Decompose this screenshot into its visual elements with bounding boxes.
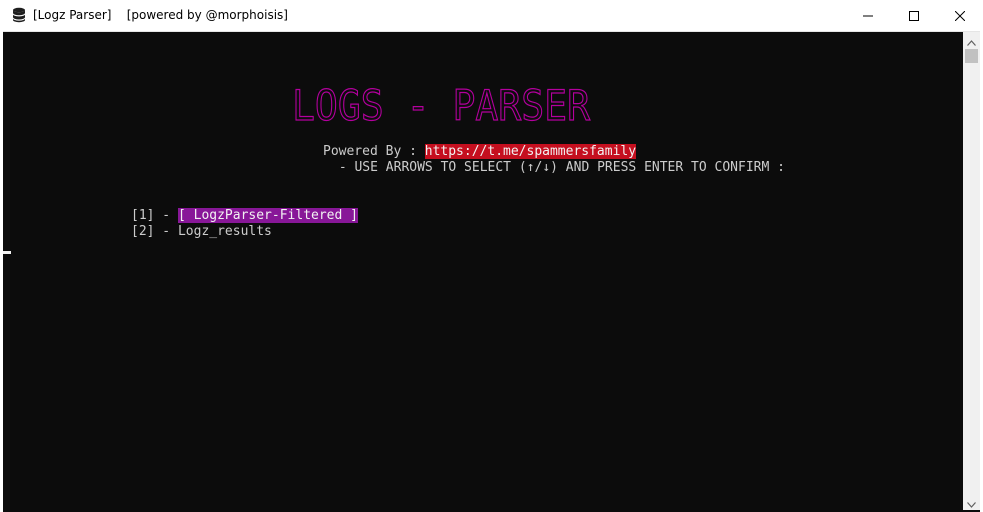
vertical-scrollbar[interactable] [963,32,980,510]
database-icon[interactable] [11,7,27,23]
minimize-button[interactable] [845,0,891,31]
close-button[interactable] [937,0,983,31]
maximize-icon [909,6,919,25]
menu-item-1[interactable]: [1] - [ LogzParser-Filtered ] [131,208,358,224]
scroll-up-button[interactable] [963,32,980,48]
console-window: [Logz Parser] [powered by @morphoisis] L… [0,0,983,512]
terminal-output[interactable]: LOGS - PARSER Powered By : https://t.me/… [3,32,963,510]
maximize-button[interactable] [891,0,937,31]
menu-item-prefix: [1] - [131,208,178,223]
close-icon [954,6,966,25]
text-cursor [3,251,11,254]
menu-item-2[interactable]: [2] - Logz_results [131,224,272,240]
menu-item-label[interactable]: Logz_results [178,224,272,239]
menu-item-label-selected[interactable]: [ LogzParser-Filtered ] [177,208,358,223]
menu-item-prefix: [2] - [131,224,178,239]
scroll-down-arrow-icon [967,493,976,512]
banner-text: LOGS - PARSER [292,82,591,130]
powered-by-link[interactable]: https://t.me/spammersfamily [424,144,637,159]
scroll-down-button[interactable] [963,494,980,510]
scrollbar-thumb[interactable] [965,49,978,63]
banner-ascii-art: LOGS - PARSER [291,82,591,130]
title-bar[interactable]: [Logz Parser] [powered by @morphoisis] [0,0,983,32]
powered-by-line: Powered By : https://t.me/spammersfamily [323,144,637,160]
instruction-text: - USE ARROWS TO SELECT (↑/↓) AND PRESS E… [331,160,785,175]
minimize-icon [863,6,873,25]
scroll-up-arrow-icon [967,31,976,50]
powered-by-label: Powered By : [323,144,425,159]
window-title: [Logz Parser] [powered by @morphoisis] [33,8,288,22]
